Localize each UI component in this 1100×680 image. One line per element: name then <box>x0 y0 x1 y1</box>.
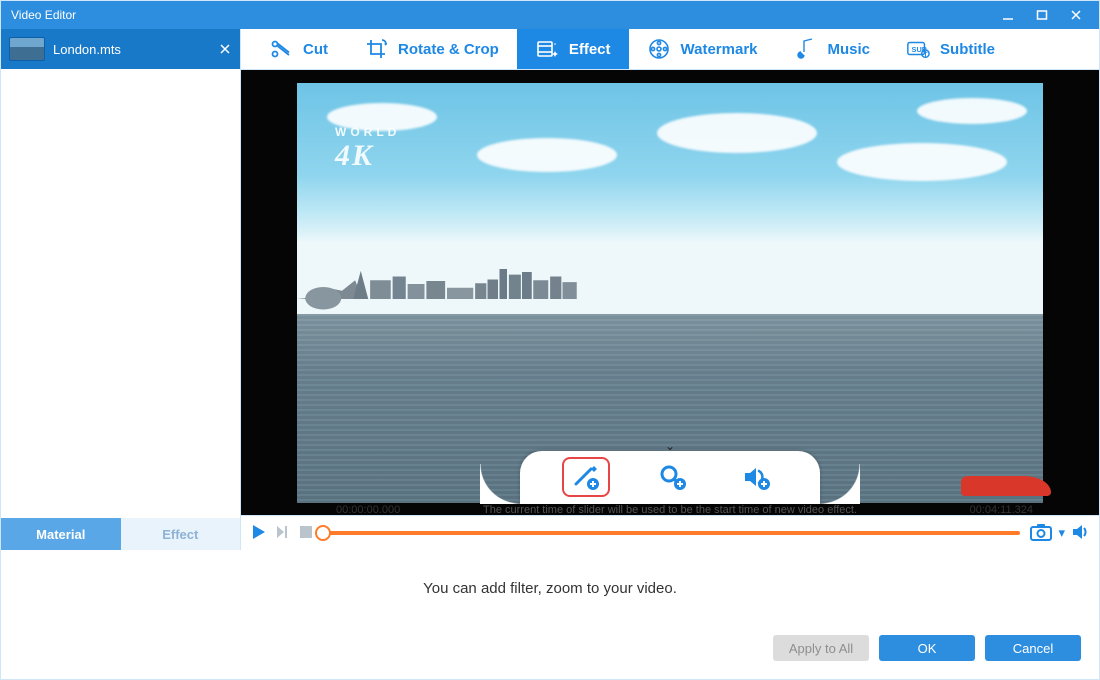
right-column: Cut Rotate & Crop <box>241 29 1099 550</box>
snapshot-button[interactable] <box>1030 523 1052 544</box>
timeline-knob[interactable] <box>315 525 331 541</box>
cancel-button[interactable]: Cancel <box>985 635 1081 661</box>
tool-label: Watermark <box>681 41 758 58</box>
snapshot-chevron-icon[interactable]: ▾ <box>1058 525 1065 541</box>
window-close-button[interactable] <box>1059 1 1093 29</box>
window-minimize-button[interactable] <box>991 1 1025 29</box>
effect-tray: ⌄ <box>520 451 820 504</box>
tool-rotate-crop[interactable]: Rotate & Crop <box>346 29 517 69</box>
timeline: 00:00:00.000 The current time of slider … <box>241 515 1099 550</box>
toolbar: Cut Rotate & Crop <box>241 29 1099 70</box>
timecode-current: 00:00:00.000 <box>336 504 400 516</box>
tool-label: Music <box>828 41 871 58</box>
file-thumbnail <box>9 37 45 61</box>
preview-area: WORLD 4K ⌄ <box>241 70 1099 515</box>
bottom-hint: You can add filter, zoom to your video. <box>423 580 677 597</box>
add-volume-button[interactable] <box>734 459 778 495</box>
sidebar-tab-material[interactable]: Material <box>1 518 121 550</box>
timecode-duration: 00:04:11.324 <box>970 504 1033 516</box>
tool-label: Cut <box>303 41 328 58</box>
tool-label: Subtitle <box>940 41 995 58</box>
scissors-icon <box>269 37 293 61</box>
action-row: Apply to All OK Cancel <box>1 635 1099 665</box>
file-name: London.mts <box>53 42 210 57</box>
tool-cut[interactable]: Cut <box>251 29 346 69</box>
boat-graphic <box>961 476 1051 496</box>
play-button[interactable] <box>251 524 267 543</box>
volume-button[interactable] <box>1071 523 1089 544</box>
file-close-button[interactable] <box>218 42 232 57</box>
tool-watermark[interactable]: Watermark <box>629 29 776 69</box>
chevron-down-icon[interactable]: ⌄ <box>665 439 675 453</box>
preview-watermark: WORLD 4K <box>335 125 400 171</box>
app-window: Video Editor London.mts Material Effec <box>0 0 1100 680</box>
file-tab[interactable]: London.mts <box>1 29 240 69</box>
stop-button[interactable] <box>299 525 313 542</box>
window-maximize-button[interactable] <box>1025 1 1059 29</box>
sidebar-tab-effect[interactable]: Effect <box>121 518 241 550</box>
tool-music[interactable]: Music <box>776 29 889 69</box>
music-note-icon <box>794 37 818 61</box>
sidebar-body <box>1 69 240 518</box>
skyline-graphic <box>297 254 577 314</box>
crop-rotate-icon <box>364 37 388 61</box>
titlebar: Video Editor <box>1 1 1099 29</box>
upper-area: London.mts Material Effect <box>1 29 1099 550</box>
tool-subtitle[interactable]: SUB T Subtitle <box>888 29 1013 69</box>
add-zoom-button[interactable] <box>650 459 694 495</box>
filmstrip-sparkle-icon <box>535 37 559 61</box>
tool-label: Effect <box>569 41 611 58</box>
step-button[interactable] <box>275 524 291 543</box>
apply-to-all-button: Apply to All <box>773 635 869 661</box>
subtitle-icon: SUB T <box>906 37 930 61</box>
app-title: Video Editor <box>11 8 991 22</box>
video-frame[interactable]: WORLD 4K ⌄ <box>297 83 1043 503</box>
timeline-track[interactable] <box>323 528 1020 538</box>
ok-button[interactable]: OK <box>879 635 975 661</box>
sidebar-tabs: Material Effect <box>1 518 240 550</box>
tool-effect[interactable]: Effect <box>517 29 629 69</box>
svg-text:T: T <box>924 51 928 58</box>
tool-label: Rotate & Crop <box>398 41 499 58</box>
sidebar: London.mts Material Effect <box>1 29 241 550</box>
bottom-panel: You can add filter, zoom to your video. … <box>1 550 1099 679</box>
play-controls <box>251 524 313 543</box>
add-filter-button[interactable] <box>562 457 610 497</box>
film-reel-icon <box>647 37 671 61</box>
